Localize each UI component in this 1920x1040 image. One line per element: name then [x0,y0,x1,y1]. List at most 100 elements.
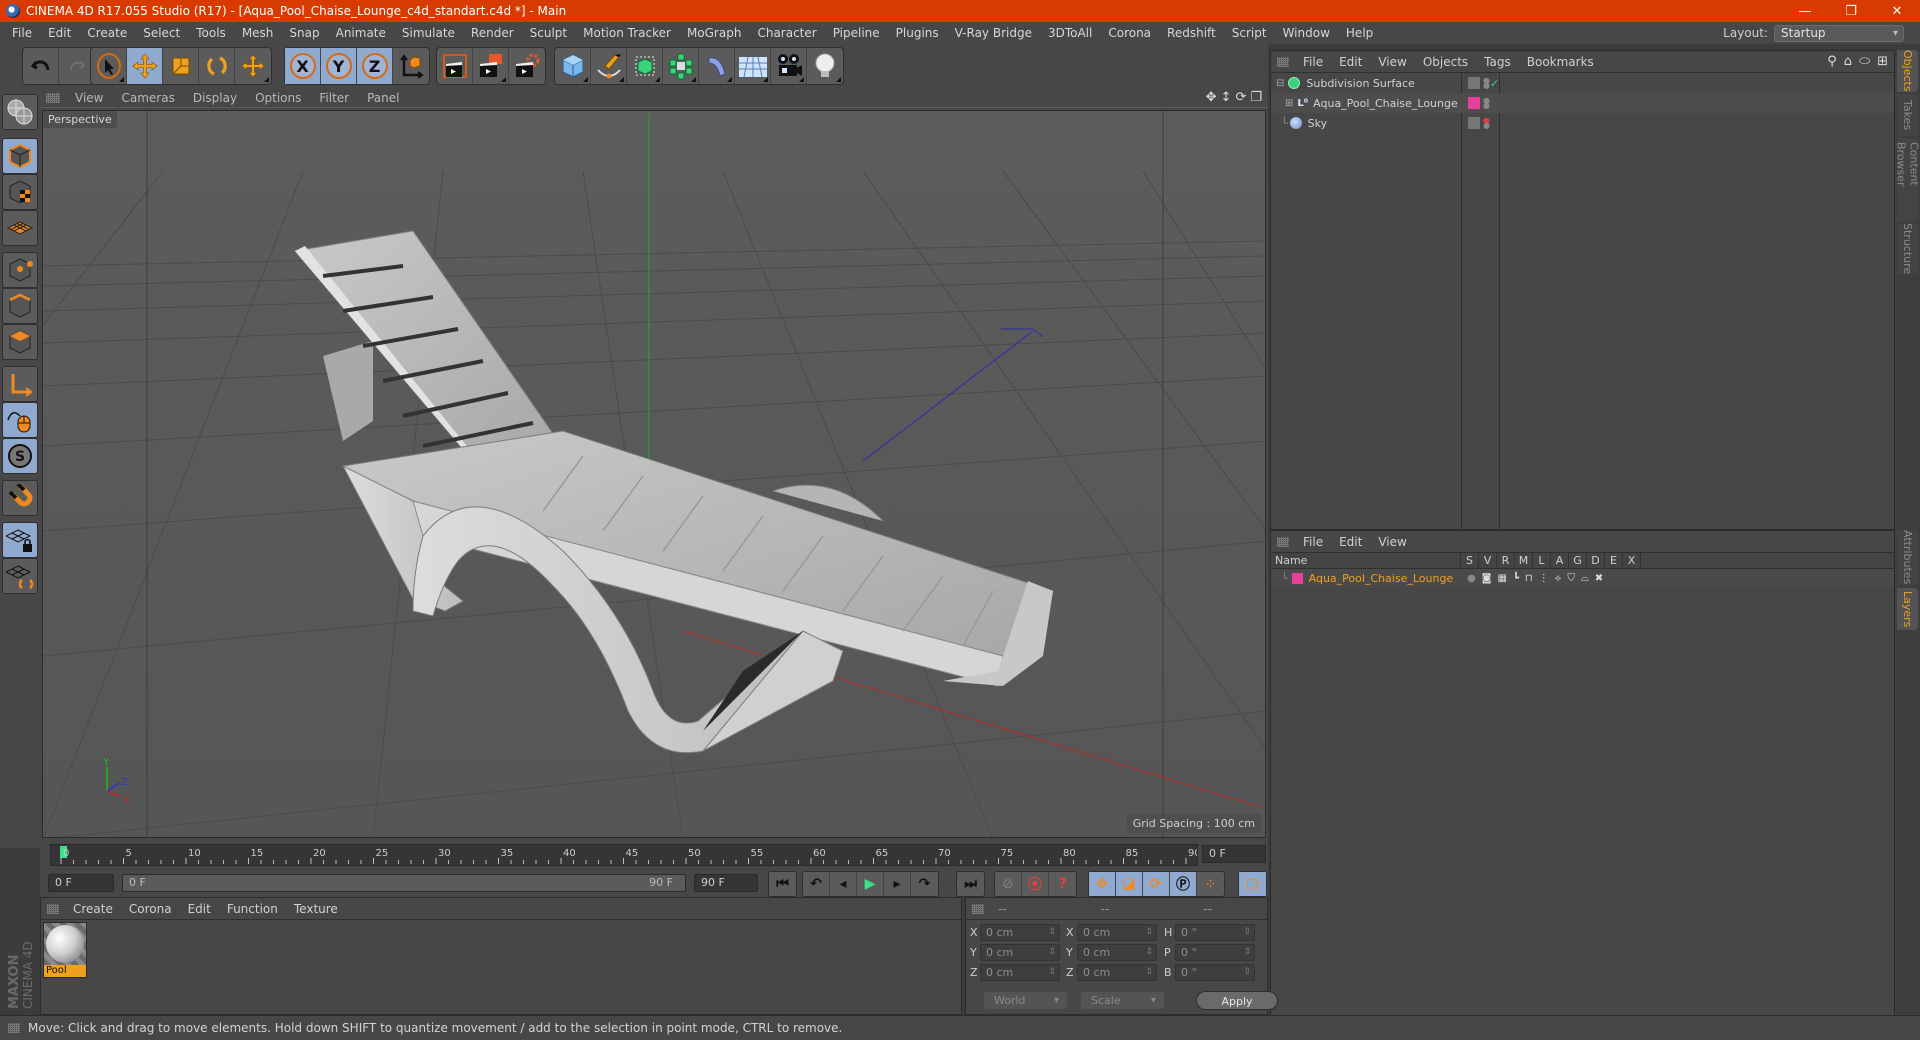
toggle-views-icon[interactable]: ❐ [1250,90,1262,105]
menu-motion-tracker[interactable]: Motion Tracker [575,26,679,40]
materials-menu-texture[interactable]: Texture [286,902,346,916]
rot-p-field[interactable]: 0 ° [1175,944,1255,961]
col-deformers[interactable]: D [1587,552,1605,569]
tab-structure[interactable]: Structure [1897,223,1918,275]
deformer-icon[interactable]: ⛉ [1567,573,1575,584]
pos-x-field[interactable]: 0 cm [980,924,1060,941]
col-locked[interactable]: L [1533,552,1551,569]
menu-animate[interactable]: Animate [328,26,394,40]
col-solo[interactable]: S [1461,552,1479,569]
expand-icon[interactable]: ⊞ [1285,98,1293,109]
axis-mode-button[interactable] [2,366,38,402]
solo-mode-button[interactable]: S [2,438,38,474]
visibility-dots-icon[interactable]: ● ● [1483,77,1490,90]
floor-button[interactable] [735,48,771,84]
materials-menu-create[interactable]: Create [65,902,121,916]
materials-menu-edit[interactable]: Edit [180,902,219,916]
menu-3dtoall[interactable]: 3DToAll [1040,26,1100,40]
material-name[interactable]: Pool [44,965,86,977]
key-pla-button[interactable]: ⁘ [1197,872,1224,896]
display-tag-icon[interactable] [1468,77,1480,89]
coordinate-mode-select[interactable]: World [984,992,1067,1009]
edges-mode-button[interactable] [2,288,38,324]
search-icon[interactable]: ⚲ [1827,54,1837,69]
deformer-button[interactable] [699,48,735,84]
pos-z-field[interactable]: 0 cm [980,964,1060,981]
timeline-ruler[interactable]: 0 5 10 15 20 25 30 35 40 45 50 55 60 65 70 75 80 85 90 [50,844,1198,866]
layer-row[interactable]: └ Aqua_Pool_Chaise_Lounge ● ◙ ▦ ┗ ⊓ ⋮ ⟡ … [1271,569,1894,587]
generator-icon[interactable]: ⟡ [1555,573,1562,584]
tab-takes[interactable]: Takes [1897,94,1918,136]
tweak-mode-button[interactable] [2,402,38,438]
object-name[interactable]: Sky [1308,117,1327,130]
col-view[interactable]: V [1479,552,1497,569]
lock-icon[interactable]: ⊓ [1525,573,1533,584]
rot-b-field[interactable]: 0 ° [1175,964,1255,981]
key-position-button[interactable]: ✥ [1089,872,1116,896]
workplane-mode-button[interactable] [2,210,38,246]
tab-content-browser[interactable]: Content Browser [1895,138,1920,222]
size-y-field[interactable]: 0 cm [1077,944,1157,961]
light-button[interactable] [807,48,843,84]
points-mode-button[interactable] [2,252,38,288]
col-animation[interactable]: A [1551,552,1569,569]
viewport-menu-filter[interactable]: Filter [310,91,358,105]
menu-script[interactable]: Script [1224,26,1275,40]
z-axis-lock-button[interactable]: Z [357,48,393,84]
keyframe-help-button[interactable]: ? [1049,872,1076,896]
rotate-tool-button[interactable] [199,48,235,84]
menu-redshift[interactable]: Redshift [1159,26,1224,40]
menu-create[interactable]: Create [79,26,135,40]
tab-attributes[interactable]: Attributes [1897,530,1918,585]
close-icon[interactable]: ✕ [1874,0,1920,22]
layers-menu-view[interactable]: View [1370,535,1414,549]
scale-tool-button[interactable] [163,48,199,84]
materials-menu-function[interactable]: Function [219,902,286,916]
snap-button[interactable] [2,480,38,516]
eye-icon[interactable]: ◙ [1482,573,1492,584]
texture-mode-button[interactable] [2,174,38,210]
key-parameter-button[interactable]: Ⓟ [1170,872,1197,896]
panel-grip-icon[interactable] [1277,536,1289,547]
y-axis-lock-button[interactable]: Y [321,48,357,84]
start-frame-field[interactable]: 0 F [48,874,114,892]
next-key-button[interactable]: ↷ [911,872,938,896]
viewport-menu-cameras[interactable]: Cameras [112,91,183,105]
menu-corona[interactable]: Corona [1100,26,1159,40]
materials-menu-corona[interactable]: Corona [121,902,180,916]
layout-select[interactable]: Startup [1774,24,1904,42]
objects-menu-view[interactable]: View [1370,55,1414,69]
layer-color-swatch[interactable] [1291,572,1303,584]
object-row[interactable]: ⊞ L⁰ Aqua_Pool_Chaise_Lounge ● ● [1271,93,1894,113]
panel-grip-icon[interactable] [1277,56,1289,67]
menu-file[interactable]: File [4,26,40,40]
size-mode-select[interactable]: Scale [1081,992,1164,1009]
planar-workplane-button[interactable] [2,558,38,594]
spline-pen-button[interactable] [591,48,627,84]
col-name[interactable]: Name [1271,552,1461,569]
timeline-window-button[interactable]: ▤ [1239,872,1266,896]
cloner-button[interactable] [663,48,699,84]
render-view-button[interactable] [437,48,473,84]
xref-icon[interactable]: ✖ [1595,573,1603,584]
make-editable-button[interactable] [2,94,38,130]
rot-h-field[interactable]: 0 ° [1175,924,1255,941]
panel-grip-icon[interactable] [47,903,59,914]
objects-menu-tags[interactable]: Tags [1476,55,1519,69]
menu-window[interactable]: Window [1275,26,1338,40]
solo-dot-icon[interactable]: ● [1467,573,1476,584]
last-tool-button[interactable] [235,48,271,84]
object-row[interactable]: ⊟ Subdivision Surface ● ● ✓ [1271,73,1894,93]
goto-start-button[interactable]: ⏮ [769,872,796,896]
menu-plugins[interactable]: Plugins [888,26,947,40]
cube-button[interactable] [555,48,591,84]
menu-mograph[interactable]: MoGraph [679,26,750,40]
key-scale-button[interactable]: ◪ [1116,872,1143,896]
restore-icon[interactable]: ❐ [1828,0,1874,22]
col-render[interactable]: R [1497,552,1515,569]
link-icon[interactable]: ⬭ [1859,54,1870,69]
polygons-mode-button[interactable] [2,324,38,360]
autokey-button[interactable]: ⊘ [995,872,1022,896]
undo-button[interactable] [23,48,59,84]
enabled-check-icon[interactable]: ✓ [1490,77,1499,90]
